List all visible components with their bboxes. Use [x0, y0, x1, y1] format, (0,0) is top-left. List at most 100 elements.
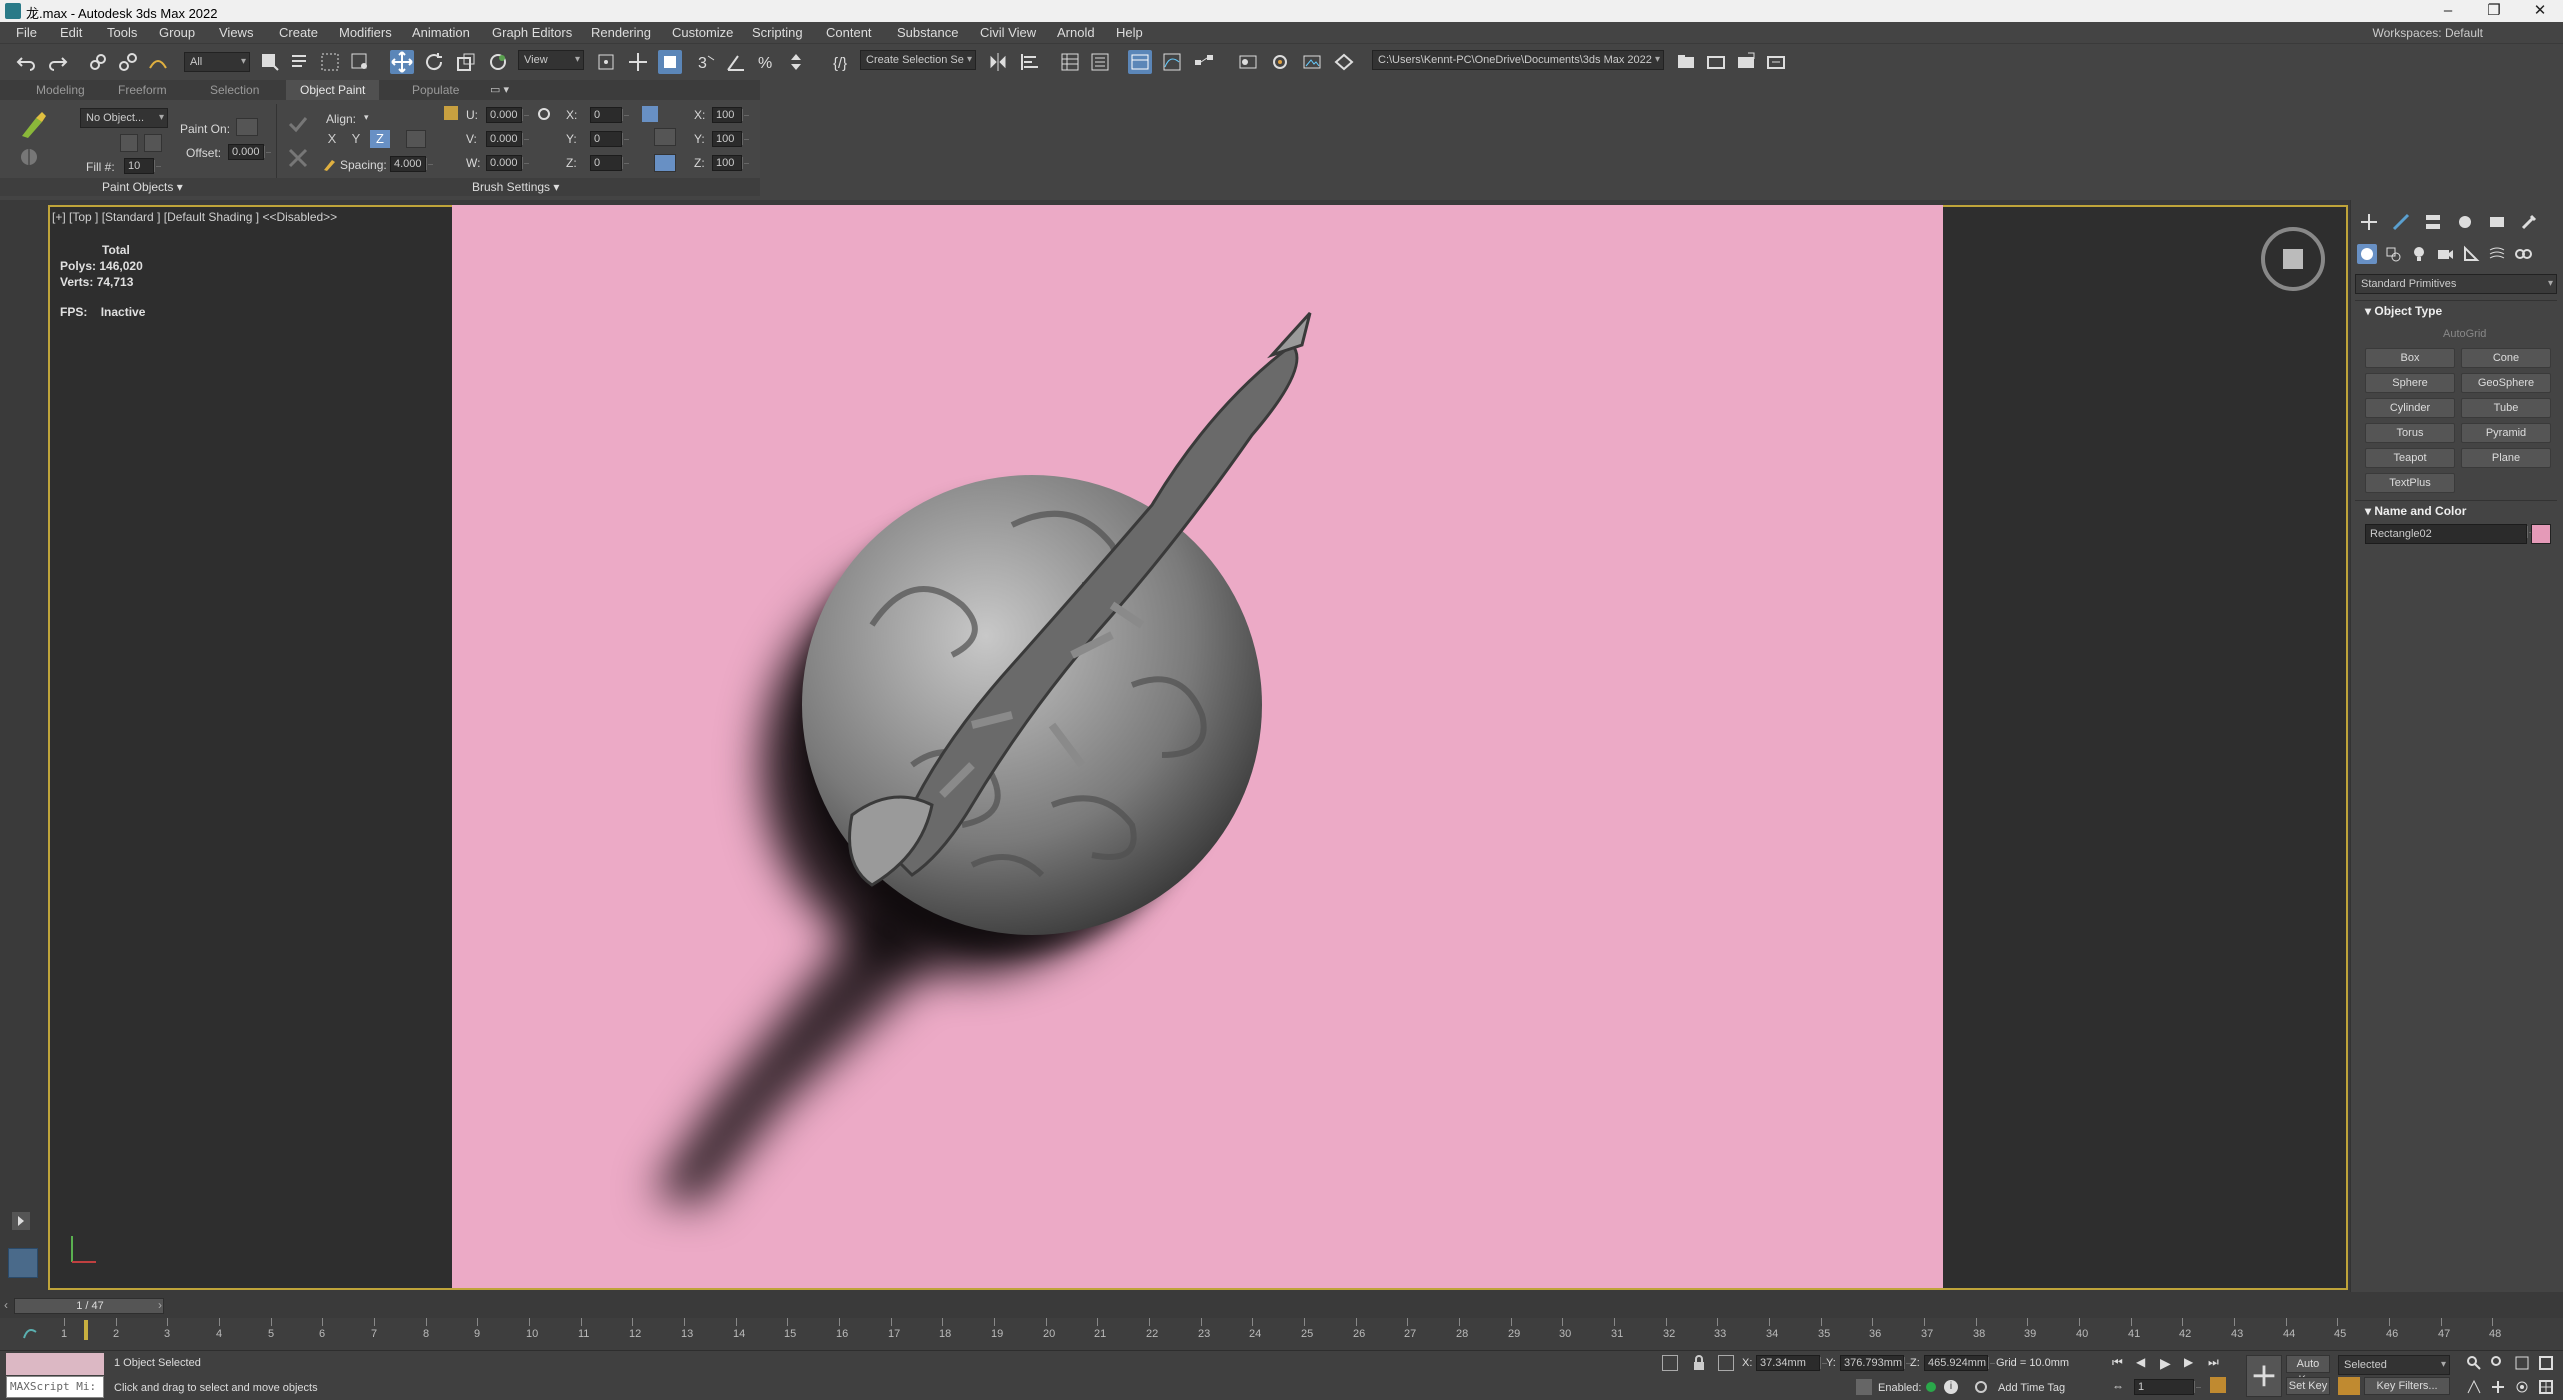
- rendered-frame-window-icon[interactable]: [1300, 50, 1324, 74]
- use-pivot-center-icon[interactable]: [594, 50, 618, 74]
- scale-z-spinner[interactable]: 100: [712, 155, 750, 171]
- time-tag-icon[interactable]: [1974, 1380, 1988, 1394]
- select-rotate-icon[interactable]: [422, 50, 446, 74]
- previous-frame-icon[interactable]: ◀: [2136, 1355, 2145, 1369]
- plane-button[interactable]: Plane: [2461, 448, 2551, 468]
- open-project-icon[interactable]: [1704, 50, 1728, 74]
- z-coord-field[interactable]: 465.924mm: [1924, 1355, 1996, 1371]
- go-to-end-icon[interactable]: ⏭: [2208, 1355, 2219, 1370]
- next-frame-icon[interactable]: ›: [158, 1298, 162, 1312]
- menu-rendering[interactable]: Rendering: [591, 25, 651, 40]
- pan-view-icon[interactable]: [2490, 1379, 2506, 1395]
- layer-explorer-icon[interactable]: [1088, 50, 1112, 74]
- menu-file[interactable]: File: [16, 25, 37, 40]
- viewport-label[interactable]: [+] [Top ] [Standard ] [Default Shading …: [52, 210, 337, 224]
- menu-help[interactable]: Help: [1116, 25, 1143, 40]
- project-folder-icon[interactable]: [1674, 50, 1698, 74]
- axis-z-toggle[interactable]: Z: [370, 130, 390, 148]
- axis-y-toggle[interactable]: Y: [346, 130, 366, 148]
- curve-editor-icon[interactable]: [1160, 50, 1184, 74]
- unlink-icon[interactable]: [116, 50, 140, 74]
- viewcube-icon[interactable]: [2258, 224, 2328, 294]
- key-selection-set-dropdown[interactable]: Selected: [2338, 1355, 2450, 1375]
- zoom-icon[interactable]: [2466, 1355, 2482, 1371]
- flip-axis-icon[interactable]: [406, 130, 426, 148]
- close-button[interactable]: ✕: [2517, 0, 2563, 22]
- geosphere-button[interactable]: GeoSphere: [2461, 373, 2551, 393]
- edit-named-selection-icon[interactable]: {/}: [830, 50, 854, 74]
- systems-icon[interactable]: [2513, 244, 2533, 264]
- undo-icon[interactable]: [14, 50, 38, 74]
- object-color-swatch[interactable]: [2531, 524, 2551, 544]
- set-key-big-icon[interactable]: [2246, 1355, 2282, 1397]
- menu-content[interactable]: Content: [826, 25, 872, 40]
- redo-icon[interactable]: [46, 50, 70, 74]
- menu-create[interactable]: Create: [279, 25, 318, 40]
- go-to-start-icon[interactable]: ⏮: [2112, 1355, 2123, 1370]
- menu-animation[interactable]: Animation: [412, 25, 470, 40]
- zoom-extents-all-icon[interactable]: [2538, 1355, 2554, 1371]
- rectangular-selection-icon[interactable]: [318, 50, 342, 74]
- zoom-all-icon[interactable]: [2490, 1355, 2506, 1371]
- autogrid-checkbox[interactable]: AutoGrid: [2443, 328, 2486, 340]
- paint-tool-icon[interactable]: [16, 144, 42, 170]
- key-filters-button[interactable]: Key Filters...: [2364, 1377, 2450, 1395]
- box-button[interactable]: Box: [2365, 348, 2455, 368]
- commit-check-icon[interactable]: [286, 112, 310, 136]
- project-path-dropdown[interactable]: C:\Users\Kennt-PC\OneDrive\Documents\3ds…: [1372, 50, 1664, 70]
- select-manipulate-icon[interactable]: [626, 50, 650, 74]
- paint-on-grid-icon[interactable]: [236, 118, 258, 136]
- select-move-icon[interactable]: [390, 50, 414, 74]
- time-config-icon[interactable]: [2210, 1377, 2226, 1393]
- hierarchy-tab-icon[interactable]: [2423, 212, 2443, 232]
- u-spinner[interactable]: 0.000: [486, 107, 530, 123]
- cylinder-button[interactable]: Cylinder: [2365, 398, 2455, 418]
- cameras-icon[interactable]: [2435, 244, 2455, 264]
- utilities-tab-icon[interactable]: [2519, 212, 2539, 232]
- space-warps-icon[interactable]: [2487, 244, 2507, 264]
- scene-explorer-icon[interactable]: [1058, 50, 1082, 74]
- shapes-icon[interactable]: [2383, 244, 2403, 264]
- render-setup-icon[interactable]: [1268, 50, 1292, 74]
- time-slider[interactable]: 1 / 47: [14, 1298, 164, 1314]
- play-icon[interactable]: ▶: [2160, 1355, 2171, 1372]
- named-selection-dropdown[interactable]: Create Selection Se: [860, 50, 976, 70]
- viewport-layout-icon[interactable]: [8, 1248, 38, 1278]
- isolate-selection-icon[interactable]: [1662, 1355, 1678, 1371]
- schematic-view-icon[interactable]: [1192, 50, 1216, 74]
- snaps-toggle-icon[interactable]: 3: [694, 50, 718, 74]
- menu-graph-editors[interactable]: Graph Editors: [492, 25, 572, 40]
- spacing-spinner[interactable]: 4.000: [390, 156, 434, 172]
- offset-spinner[interactable]: 0.000: [228, 144, 272, 160]
- mirror-icon[interactable]: [986, 50, 1010, 74]
- material-editor-icon[interactable]: [1236, 50, 1260, 74]
- rot-z-spinner[interactable]: 0: [590, 155, 630, 171]
- scale-mode-icon[interactable]: [654, 128, 676, 146]
- next-frame-button-icon[interactable]: ▶: [2184, 1355, 2193, 1369]
- name-color-header[interactable]: ▾ Name and Color: [2365, 504, 2466, 518]
- object-type-header[interactable]: ▾ Object Type: [2365, 304, 2442, 318]
- y-coord-field[interactable]: 376.793mm: [1840, 1355, 1912, 1371]
- absolute-mode-icon[interactable]: [1718, 1355, 1734, 1371]
- adaptive-degradation-icon[interactable]: [1856, 1379, 1872, 1395]
- ribbon-options-icon[interactable]: ▭ ▾: [490, 83, 509, 96]
- reference-coord-dropdown[interactable]: View: [518, 50, 584, 70]
- spinner-snap-icon[interactable]: [784, 50, 808, 74]
- cone-button[interactable]: Cone: [2461, 348, 2551, 368]
- enabled-indicator[interactable]: [1926, 1382, 1936, 1392]
- textplus-button[interactable]: TextPlus: [2365, 473, 2455, 493]
- zoom-extents-icon[interactable]: [2514, 1355, 2530, 1371]
- workspace-selector[interactable]: Workspaces: Default: [2373, 26, 2484, 40]
- axis-x-toggle[interactable]: X: [322, 130, 342, 148]
- curve-editor-mini-icon[interactable]: [22, 1324, 38, 1340]
- brush-settings-group[interactable]: Brush Settings ▾: [472, 180, 559, 194]
- scale-y-spinner[interactable]: 100: [712, 131, 750, 147]
- teapot-button[interactable]: Teapot: [2365, 448, 2455, 468]
- save-project-icon[interactable]: [1734, 50, 1758, 74]
- scale-x-spinner[interactable]: 100: [712, 107, 750, 123]
- fill-count-spinner[interactable]: 10: [124, 158, 162, 174]
- menu-customize[interactable]: Customize: [672, 25, 733, 40]
- tab-populate[interactable]: Populate: [412, 83, 459, 97]
- paint-object-dropdown[interactable]: No Object...: [80, 108, 168, 128]
- select-by-name-icon[interactable]: [288, 50, 312, 74]
